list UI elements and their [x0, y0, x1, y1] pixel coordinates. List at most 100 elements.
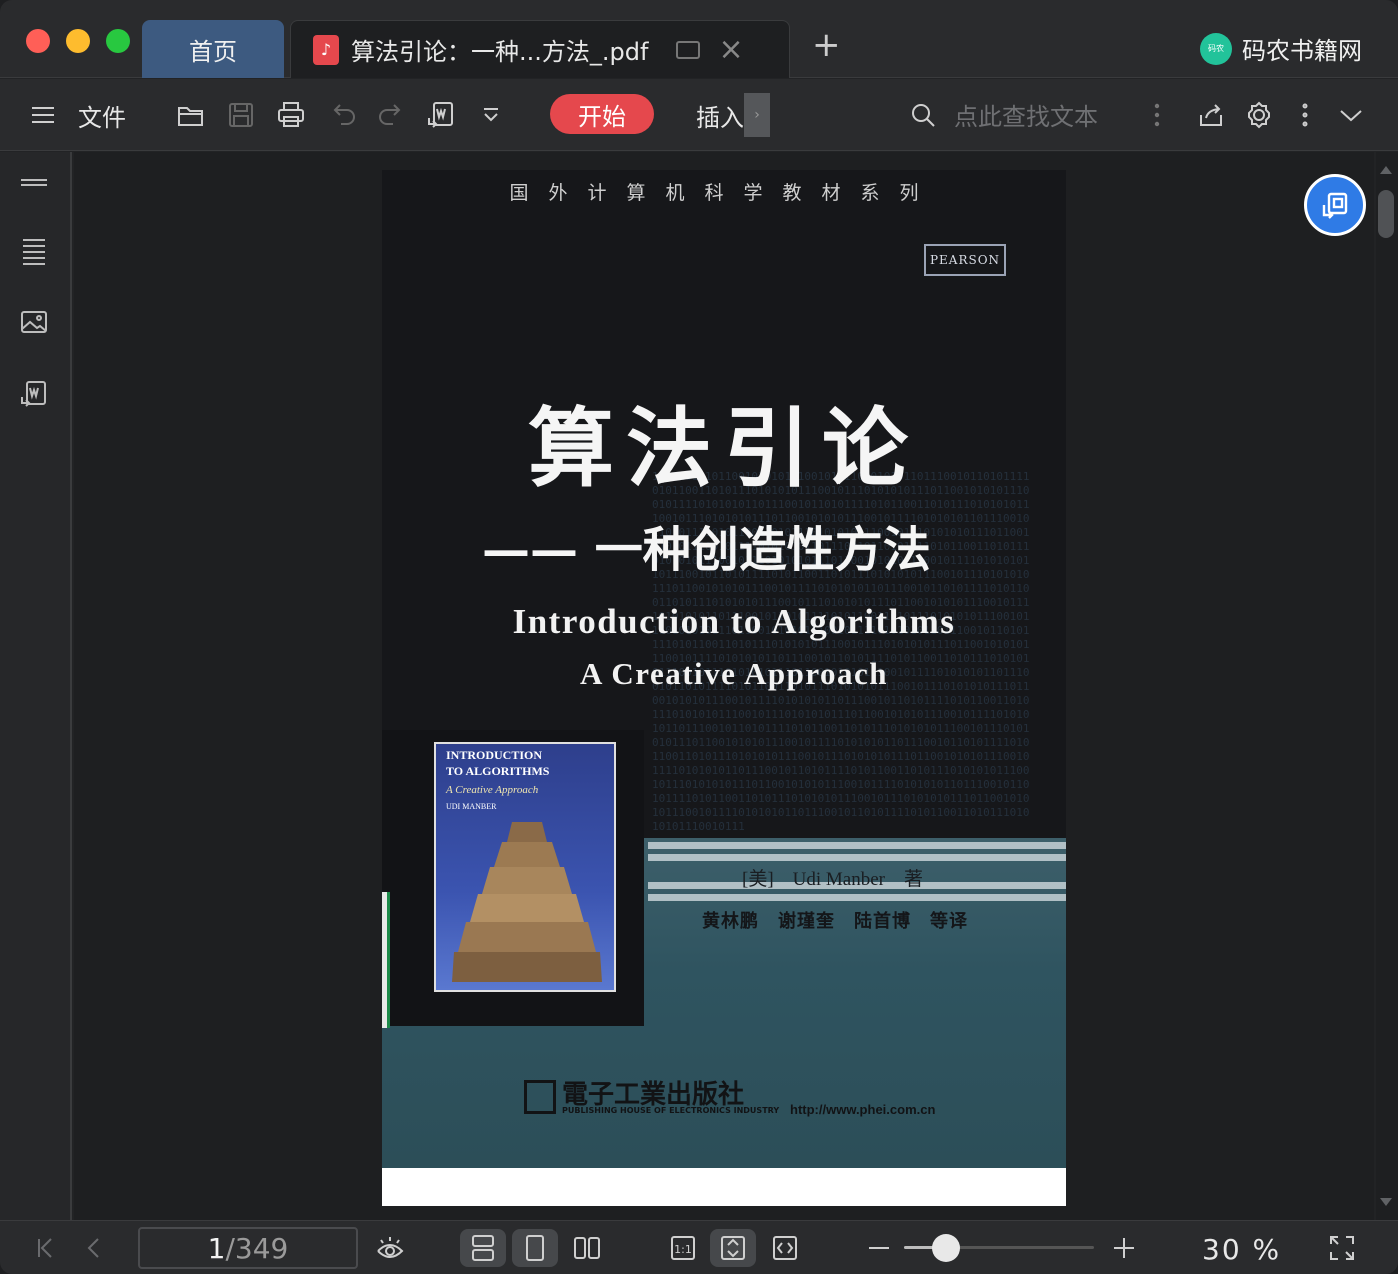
- pdf-page: 1010101110110010101011100101111010101011…: [382, 170, 1066, 1206]
- page-bottom-strip: [382, 1168, 1066, 1206]
- double-line-icon: [21, 179, 47, 186]
- zoom-slider-knob[interactable]: [932, 1234, 960, 1262]
- app-window: 首页 ♪ 算法引论：一种...方法_.pdf × + 码农 码农书籍网 文件 开…: [0, 0, 1398, 1274]
- undo-button[interactable]: [326, 79, 360, 151]
- list-icon: [23, 239, 45, 265]
- menu-button[interactable]: 文件: [26, 79, 126, 151]
- original-cover-image: INTRODUCTION TO ALGORITHMS A Creative Ap…: [434, 742, 616, 992]
- pdf-to-word-icon: [21, 381, 46, 407]
- publisher-url: http://www.phei.com.cn: [790, 1102, 936, 1117]
- settings-button[interactable]: [1242, 79, 1276, 151]
- search-box[interactable]: 点此查找文本: [906, 97, 1098, 132]
- eye-icon: [377, 1237, 404, 1258]
- toolbar: 文件 开始 插入 › 点此查找文本: [0, 79, 1398, 151]
- plus-icon: [1114, 1238, 1134, 1258]
- vertical-dots-icon: [1288, 98, 1322, 132]
- english-title: Introduction to Algorithms: [512, 602, 956, 641]
- new-tab-button[interactable]: +: [812, 28, 841, 62]
- close-window-button[interactable]: [26, 29, 50, 53]
- fit-page-icon: [721, 1236, 745, 1260]
- document-viewport[interactable]: 1010101110110010101011100101111010101011…: [74, 152, 1374, 1220]
- sidebar-thumbnails-button[interactable]: [16, 304, 52, 340]
- bottom-bar: 1 /349 1:1 30 %: [0, 1220, 1398, 1274]
- brand-name: 码农书籍网: [1242, 37, 1362, 65]
- brand-logo-icon: 码农: [1200, 32, 1232, 65]
- continuous-scroll-button[interactable]: [460, 1229, 506, 1267]
- tab-document[interactable]: ♪ 算法引论：一种...方法_.pdf ×: [290, 20, 790, 78]
- read-mode-button[interactable]: [370, 1229, 410, 1267]
- share-icon: [1194, 98, 1228, 132]
- print-button[interactable]: [274, 79, 308, 151]
- share-button[interactable]: [1194, 79, 1228, 151]
- floating-convert-button[interactable]: [1304, 174, 1366, 236]
- minimize-window-button[interactable]: [66, 29, 90, 53]
- left-sidebar: [0, 152, 72, 1220]
- fullscreen-button[interactable]: [1322, 1229, 1362, 1267]
- single-page-button[interactable]: [512, 1229, 558, 1267]
- scroll-up-arrow-icon[interactable]: [1380, 166, 1392, 174]
- collapse-toolbar-button[interactable]: [1334, 79, 1368, 151]
- actual-size-icon: 1:1: [671, 1236, 695, 1260]
- more-tools-dropdown[interactable]: [474, 79, 508, 151]
- zoom-out-button[interactable]: [862, 1229, 896, 1267]
- stripe: [648, 854, 1066, 861]
- more-options-2[interactable]: [1288, 79, 1322, 151]
- minus-icon: [869, 1247, 889, 1249]
- convert-to-word-button[interactable]: [424, 79, 458, 151]
- image-icon: [21, 311, 47, 333]
- publisher-logo-icon: [524, 1080, 556, 1114]
- stripe: [648, 894, 1066, 901]
- sidebar-collapse-button[interactable]: [16, 164, 52, 200]
- tab-start[interactable]: 开始: [550, 94, 654, 134]
- vertical-scrollbar[interactable]: [1376, 152, 1398, 1220]
- fit-width-icon: [773, 1236, 797, 1260]
- fit-page-button[interactable]: [710, 1229, 756, 1267]
- printer-icon: [274, 98, 308, 132]
- redo-button[interactable]: [374, 79, 408, 151]
- stripe: [648, 842, 1066, 849]
- more-options-1[interactable]: [1140, 79, 1174, 151]
- tab-home[interactable]: 首页: [142, 20, 284, 78]
- folder-open-icon: [174, 98, 208, 132]
- page-edge-mark: [382, 892, 390, 1028]
- zoom-level[interactable]: 30 %: [1202, 1233, 1281, 1266]
- cover-line-1: INTRODUCTION: [446, 748, 543, 762]
- save-icon: [224, 98, 258, 132]
- total-pages: /349: [225, 1231, 289, 1265]
- first-page-button[interactable]: [28, 1229, 64, 1267]
- publisher-english: PUBLISHING HOUSE OF ELECTRONICS INDUSTRY: [562, 1106, 780, 1115]
- tab-scroll-right[interactable]: ›: [744, 93, 770, 137]
- chevron-down-bar-icon: [474, 98, 508, 132]
- pearson-logo: PEARSON: [924, 244, 1006, 276]
- two-page-button[interactable]: [564, 1229, 610, 1267]
- save-button[interactable]: [224, 79, 258, 151]
- pdf-file-icon: ♪: [313, 34, 339, 65]
- file-menu-label[interactable]: 文件: [78, 98, 126, 133]
- pyramid-illustration: [452, 822, 602, 982]
- title-bar: 首页 ♪ 算法引论：一种...方法_.pdf × + 码农 码农书籍网: [0, 0, 1398, 78]
- tab-home-label: 首页: [189, 37, 237, 66]
- open-button[interactable]: [174, 79, 208, 151]
- redo-icon: [374, 98, 408, 132]
- chinese-subtitle: —— 一种创造性方法: [482, 522, 931, 578]
- actual-size-button[interactable]: 1:1: [660, 1229, 706, 1267]
- close-tab-icon[interactable]: ×: [718, 34, 743, 65]
- search-placeholder[interactable]: 点此查找文本: [954, 97, 1098, 132]
- first-page-icon: [38, 1238, 52, 1258]
- zoom-slider[interactable]: [904, 1234, 1094, 1262]
- sidebar-outline-button[interactable]: [16, 232, 52, 268]
- zoom-window-button[interactable]: [106, 29, 130, 53]
- page-number-field[interactable]: 1 /349: [138, 1227, 358, 1269]
- zoom-in-button[interactable]: [1106, 1229, 1142, 1267]
- sidebar-convert-button[interactable]: [16, 376, 52, 412]
- previous-page-button[interactable]: [76, 1229, 112, 1267]
- single-page-icon: [526, 1235, 544, 1261]
- monitor-icon[interactable]: [676, 40, 701, 59]
- scroll-down-arrow-icon[interactable]: [1380, 1198, 1392, 1206]
- tab-insert[interactable]: 插入: [696, 98, 744, 133]
- current-page: 1: [207, 1231, 226, 1265]
- scroll-thumb[interactable]: [1378, 190, 1394, 238]
- fit-width-button[interactable]: [762, 1229, 808, 1267]
- gear-icon: [1242, 98, 1276, 132]
- cover-author: UDI MANBER: [446, 802, 497, 811]
